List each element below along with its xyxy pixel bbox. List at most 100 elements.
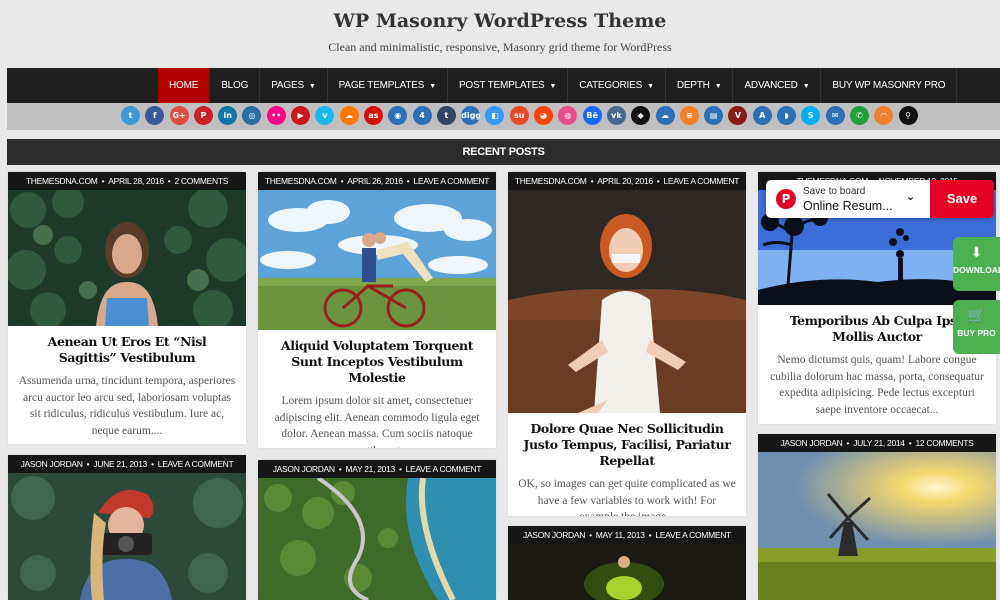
meta-separator: • — [656, 176, 660, 186]
delicious-icon[interactable]: ◧ — [485, 106, 505, 125]
post-thumbnail[interactable] — [258, 190, 496, 330]
codepen-icon[interactable]: ◆ — [631, 106, 651, 125]
post-card: JASON JORDAN • MAY 11, 2013 • LEAVE A COMMEN… — [508, 526, 746, 600]
meta-separator: • — [406, 176, 410, 186]
post-thumbnail[interactable] — [758, 452, 996, 600]
search-icon[interactable]: ⚲ — [898, 106, 918, 125]
nav-item-advanced[interactable]: ADVANCED ▼ — [733, 68, 822, 103]
cart-icon: 🛒 — [967, 308, 986, 324]
nav-item-label: PAGE TEMPLATES — [338, 80, 425, 91]
behance-icon[interactable]: Bē — [582, 106, 602, 125]
nav-item-blog[interactable]: BLOG — [210, 68, 261, 103]
tumblr-icon[interactable]: t — [436, 106, 456, 125]
nav-item-home[interactable]: HOME — [158, 68, 211, 103]
meta-separator: • — [151, 459, 154, 469]
board-selector[interactable]: Online Resum... — [803, 199, 893, 213]
pinterest-save-button[interactable]: Save — [930, 180, 994, 218]
vine-icon[interactable]: V — [728, 106, 748, 125]
nav-item-post-templates[interactable]: POST TEMPLATES ▼ — [448, 68, 569, 103]
soundcloud-icon[interactable]: ☁ — [339, 106, 359, 125]
post-date[interactable]: APRIL 26, 2016 — [347, 176, 403, 186]
cloud-icon[interactable]: ☁ — [655, 106, 675, 125]
nav-item-label: BUY WP MASONRY PRO — [832, 80, 946, 91]
post-card: THEMESDNA.COM • APRIL 20, 2016 • LEAVE A COM… — [508, 172, 746, 516]
digg-icon[interactable]: digg — [461, 106, 481, 125]
post-comments[interactable]: 2 COMMENTS — [174, 176, 228, 186]
post-author[interactable]: JASON JORDAN — [273, 464, 335, 474]
download-icon: ⬇ — [970, 245, 983, 261]
post-thumbnail[interactable] — [258, 478, 496, 600]
dribbble-icon[interactable]: ◍ — [558, 106, 578, 125]
post-date[interactable]: APRIL 28, 2016 — [108, 176, 164, 186]
linkedin-icon[interactable]: in — [218, 106, 238, 125]
vk-icon[interactable]: vk — [606, 106, 626, 125]
post-date[interactable]: JUNE 21, 2013 — [93, 459, 147, 469]
site-title[interactable]: WP Masonry WordPress Theme — [0, 10, 1000, 32]
meta-separator: • — [338, 464, 342, 474]
post-author[interactable]: THEMESDNA.COM — [515, 176, 587, 186]
post-date[interactable]: MAY 11, 2013 — [596, 530, 645, 540]
chevron-down-icon[interactable]: ⌄ — [906, 190, 915, 203]
lastfm-icon[interactable]: as — [363, 106, 383, 125]
post-comments[interactable]: LEAVE A COMMENT — [663, 176, 739, 186]
post-date[interactable]: MAY 21, 2013 — [345, 464, 395, 474]
foursquare-icon[interactable]: 4 — [412, 106, 432, 125]
flickr-icon[interactable]: •• — [266, 106, 286, 125]
post-comments[interactable]: LEAVE A COMMENT — [406, 464, 482, 474]
post-thumbnail[interactable] — [8, 473, 246, 600]
nav-item-page-templates[interactable]: PAGE TEMPLATES ▼ — [328, 68, 448, 103]
post-date[interactable]: APRIL 20, 2016 — [597, 176, 653, 186]
post-thumbnail[interactable] — [508, 544, 746, 600]
meta-separator: • — [648, 530, 652, 540]
caret-down-icon: ▼ — [549, 83, 557, 90]
download-button[interactable]: ⬇ DOWNLOAD — [953, 237, 1000, 291]
nav-item-label: HOME — [169, 80, 199, 91]
post-author[interactable]: JASON JORDAN — [21, 459, 83, 469]
post-thumbnail[interactable] — [508, 190, 746, 413]
post-author[interactable]: JASON JORDAN — [523, 530, 585, 540]
post-author[interactable]: JASON JORDAN — [780, 438, 842, 448]
post-card: THEMESDNA.COM • APRIL 26, 2016 • LEAVE A COM… — [258, 172, 496, 448]
skype-icon[interactable]: S — [801, 106, 821, 125]
email-icon[interactable]: ✉ — [825, 106, 845, 125]
app-store-icon[interactable]: A — [752, 106, 772, 125]
caret-down-icon: ▼ — [647, 83, 654, 90]
youtube-icon[interactable]: ▶ — [291, 106, 311, 125]
instagram-icon[interactable]: ◎ — [242, 106, 262, 125]
stackoverflow-icon[interactable]: ≡ — [679, 106, 699, 125]
nav-item-categories[interactable]: CATEGORIES ▼ — [568, 68, 666, 103]
rss-icon[interactable]: ◠ — [874, 106, 894, 125]
buy-pro-label: BUY PRO — [957, 328, 996, 338]
nav-item-pages[interactable]: PAGES ▼ — [260, 68, 328, 103]
post-excerpt: Assumenda urna, tincidunt tempora, asper… — [18, 375, 236, 437]
post-date[interactable]: JULY 21, 2014 — [853, 438, 905, 448]
post-author[interactable]: THEMESDNA.COM — [265, 176, 337, 186]
post-comments[interactable]: LEAVE A COMMENT — [413, 176, 489, 186]
post-title[interactable]: Dolore Quae Nec Sollicitudin Justo Tempu… — [508, 421, 746, 469]
twitter-icon[interactable]: t — [121, 106, 140, 125]
android-icon[interactable]: ◗ — [777, 106, 797, 125]
google-plus-icon[interactable]: G+ — [169, 106, 189, 125]
post-comments[interactable]: LEAVE A COMMENT — [158, 459, 234, 469]
reddit-icon[interactable]: ◕ — [534, 106, 554, 125]
post-title[interactable]: Aliquid Voluptatem Torquent Sunt Incepto… — [258, 338, 496, 386]
pinterest-icon[interactable]: P — [193, 106, 213, 125]
caret-down-icon: ▼ — [429, 83, 436, 90]
stumbleupon-icon[interactable]: su — [509, 106, 529, 125]
nav-item-buy-wp-masonry-pro[interactable]: BUY WP MASONRY PRO — [821, 68, 958, 103]
post-comments[interactable]: 12 COMMENTS — [915, 438, 973, 448]
caret-down-icon: ▼ — [714, 83, 722, 90]
post-author[interactable]: THEMESDNA.COM — [26, 176, 98, 186]
post-thumbnail[interactable] — [8, 190, 246, 326]
github-icon[interactable]: ◉ — [388, 106, 408, 125]
post-title[interactable]: Aenean Ut Eros Et “Nisl Sagittis” Vestib… — [8, 334, 246, 366]
comments-icon[interactable]: ▤ — [704, 106, 724, 125]
vimeo-icon[interactable]: v — [315, 106, 335, 125]
buy-pro-button[interactable]: 🛒 BUY PRO — [953, 300, 1000, 354]
nav-item-depth[interactable]: DEPTH ▼ — [666, 68, 734, 103]
nav-item-label: DEPTH — [676, 80, 710, 91]
facebook-icon[interactable]: f — [145, 106, 165, 125]
nav-item-label: PAGES — [271, 80, 304, 91]
phone-icon[interactable]: ✆ — [849, 106, 869, 125]
post-comments[interactable]: LEAVE A COMMENT — [655, 530, 731, 540]
